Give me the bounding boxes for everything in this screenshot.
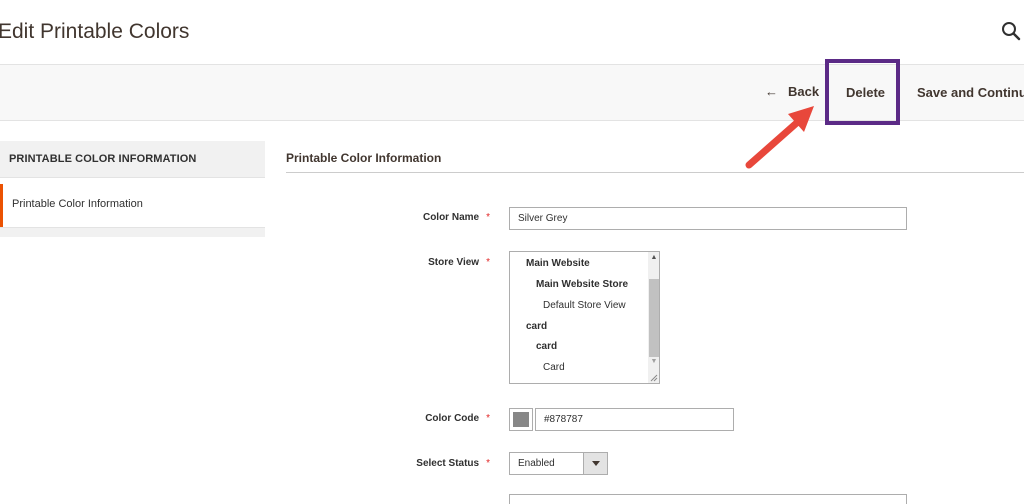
store-view-scrollbar[interactable]: ▲ ▼ [648,252,659,383]
status-select-value: Enabled [518,458,555,469]
color-code-label-text: Color Code [425,413,480,424]
color-name-label: Color Name * [290,212,490,223]
store-view-label-text: Store View [428,257,480,268]
store-view-option[interactable]: Main Website Store [536,279,628,290]
required-marker: * [486,413,490,424]
page-title: Edit Printable Colors [0,20,190,43]
select-status-label: Select Status * [290,458,490,469]
search-icon[interactable] [1000,20,1022,42]
sidebar-footer [0,227,265,237]
color-code-label: Color Code * [290,413,490,424]
required-marker: * [486,257,490,268]
store-view-option[interactable]: Main Website [526,258,590,269]
section-divider [286,172,1024,173]
resize-grip-icon[interactable] [650,374,658,382]
sidebar-title: PRINTABLE COLOR INFORMATION [0,141,265,178]
color-name-label-text: Color Name [422,212,480,223]
save-and-continue-button[interactable]: Save and Continue [917,85,1024,100]
next-field-input[interactable] [509,494,907,504]
required-marker: * [486,458,490,469]
status-select-toggle[interactable] [583,453,607,474]
store-view-option[interactable]: card [536,341,557,352]
scroll-down-icon[interactable]: ▼ [648,356,659,368]
color-swatch-picker[interactable] [509,408,533,431]
callout-arrow-icon [745,106,814,169]
section-title: Printable Color Information [286,151,442,165]
color-swatch [513,412,529,427]
required-marker: * [486,212,490,223]
store-view-multiselect[interactable]: Main Website Main Website Store Default … [509,251,660,384]
sidebar-item-printable-color-information[interactable]: Printable Color Information [0,184,265,227]
scroll-up-icon[interactable]: ▲ [648,252,659,264]
color-name-input[interactable] [509,207,907,230]
store-view-option[interactable]: card [526,321,547,332]
store-view-option[interactable]: Default Store View [543,300,626,311]
select-status-label-text: Select Status [416,458,480,469]
status-select[interactable]: Enabled [509,452,608,475]
store-view-option[interactable]: Card [543,362,565,373]
color-code-input[interactable] [535,408,734,431]
scroll-thumb[interactable] [649,279,659,357]
delete-highlight-box [825,59,900,125]
store-view-label: Store View * [290,257,490,268]
chevron-down-icon [592,461,600,466]
sidebar: PRINTABLE COLOR INFORMATION Printable Co… [0,141,265,237]
